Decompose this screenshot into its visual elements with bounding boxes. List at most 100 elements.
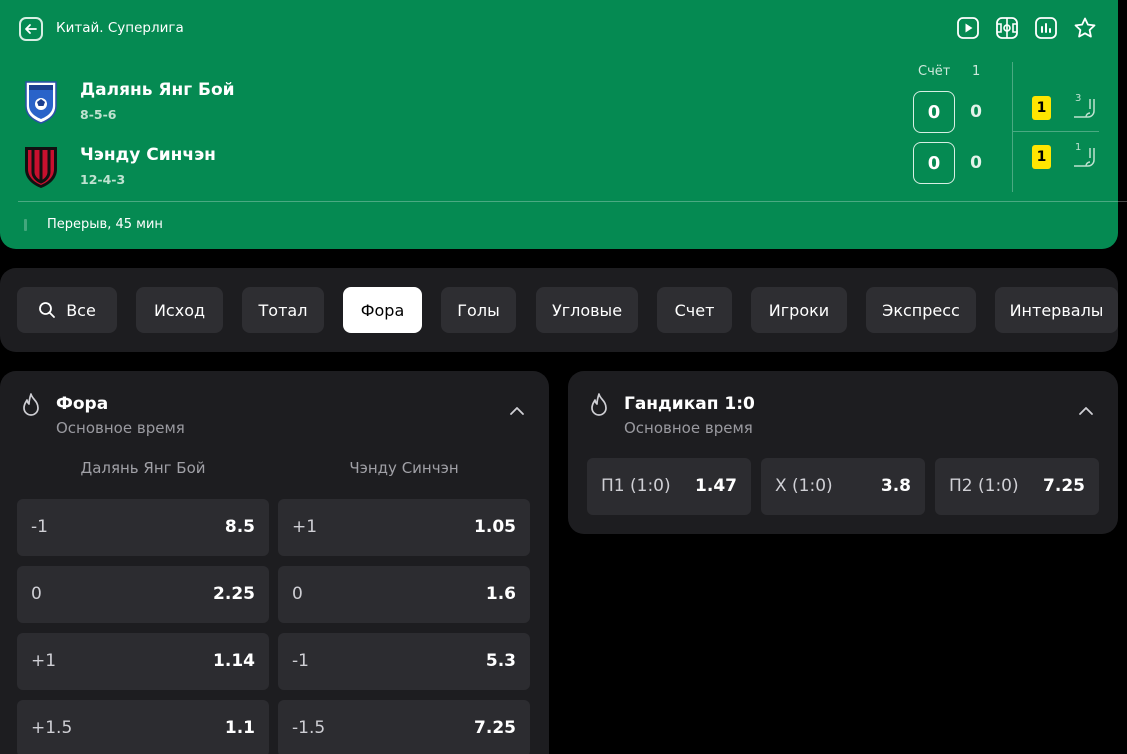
team-away-record: 12-4-3 [80,172,126,187]
chevron-up-icon[interactable] [509,406,525,416]
match-header: Китай. Суперлига Далянь Янг Бой 8-5-6 Чэ… [0,0,1127,249]
stats-button[interactable] [1033,15,1059,41]
market-title: Гандикап 1:0 [624,394,755,414]
home-score: 0 [913,91,955,133]
filter-chip-label: Все [66,300,96,320]
field-icon [996,17,1018,39]
odd-label: +1 [31,651,57,671]
status-indicator [24,219,27,231]
flame-icon [591,393,607,416]
stats-row-divider [1013,131,1099,132]
odd-value: 2.25 [213,584,255,604]
market-title: Фора [56,394,109,414]
market-filter-bar: Все Исход Тотал Фора Голы Угловые Счет И… [0,268,1118,352]
team-home-name[interactable]: Далянь Янг Бой [80,80,235,100]
filter-chip-goals[interactable]: Голы [441,287,516,333]
team-home-record: 8-5-6 [80,107,117,122]
header-actions [955,15,1098,41]
filter-chip-label: Интервалы [1009,300,1104,320]
odd-button[interactable]: +1.5 1.1 [17,700,269,754]
odd-value: 7.25 [474,718,516,738]
match-status: Перерыв, 45 мин [47,217,163,232]
odd-button[interactable]: -1 8.5 [17,499,269,556]
odd-button[interactable]: Х (1:0) 3.8 [761,458,925,515]
handicap-market: Фора Основное время Далянь Янг Бой Чэнду… [0,371,549,754]
field-button[interactable] [994,15,1020,41]
flame-icon [23,393,39,416]
odd-button[interactable]: +1 1.14 [17,633,269,690]
search-icon [39,302,56,318]
odd-value: 1.14 [213,651,255,671]
odd-button[interactable]: -1.5 7.25 [278,700,530,754]
odd-label: П1 (1:0) [601,476,671,496]
score-label: Счёт [918,64,951,79]
play-button[interactable] [955,15,981,41]
market-subtitle: Основное время [624,419,753,437]
filter-chip-label: Счет [674,300,715,320]
odd-label: -1.5 [292,718,326,738]
home-period-score: 0 [970,102,982,122]
odd-label: П2 (1:0) [949,476,1019,496]
filter-chip-all[interactable]: Все [17,287,117,333]
filter-chip-label: Угловые [551,300,623,320]
filter-chip-score[interactable]: Счет [657,287,732,333]
odd-value: 3.8 [880,476,911,496]
stats-icon [1035,17,1057,39]
arrow-left-icon [25,24,37,34]
column-header-away: Чэнду Синчэн [349,459,459,477]
back-button[interactable] [19,17,43,41]
away-period-score: 0 [970,153,982,173]
favorite-button[interactable] [1072,15,1098,41]
odd-value: 1.1 [224,718,255,738]
odd-button[interactable]: 0 1.6 [278,566,530,623]
filter-chip-total[interactable]: Тотал [242,287,324,333]
filter-chip-label: Голы [457,300,500,320]
home-corners-count: 3 [1075,93,1082,104]
odd-label: 0 [292,584,303,604]
away-corners: 1 [1072,142,1098,170]
odd-label: -1 [31,517,48,537]
filter-chip-express[interactable]: Экспресс [866,287,976,333]
column-header-home: Далянь Янг Бой [80,459,206,477]
odd-button[interactable]: П1 (1:0) 1.47 [587,458,751,515]
filter-chip-outcome[interactable]: Исход [136,287,223,333]
odd-label: -1 [292,651,309,671]
odd-label: +1.5 [31,718,73,738]
odd-value: 1.47 [695,476,737,496]
team-home-logo [25,81,57,124]
league-name[interactable]: Китай. Суперлига [56,20,184,36]
odd-value: 5.3 [485,651,516,671]
odd-label: +1 [292,517,318,537]
odd-button[interactable]: -1 5.3 [278,633,530,690]
header-divider [18,201,1127,202]
team-away-name[interactable]: Чэнду Синчэн [80,145,216,165]
filter-chip-label: Тотал [258,300,308,320]
away-yellow-card-count: 1 [1032,145,1051,169]
odd-value: 7.25 [1043,476,1085,496]
home-yellow-card-count: 1 [1032,96,1051,120]
odd-button[interactable]: 0 2.25 [17,566,269,623]
filter-chip-label: Фора [360,300,405,320]
filter-chip-handicap[interactable]: Фора [343,287,422,333]
filter-chip-corners[interactable]: Угловые [536,287,638,333]
filter-chip-intervals[interactable]: Интервалы [995,287,1118,333]
filter-chip-players[interactable]: Игроки [751,287,847,333]
stats-divider [1012,62,1013,192]
period-label: 1 [972,64,981,79]
star-icon [1074,17,1096,38]
away-corners-count: 1 [1075,142,1082,153]
filter-chip-label: Исход [153,300,206,320]
home-corners: 3 [1072,93,1098,121]
filter-chip-label: Игроки [768,300,830,320]
market-subtitle: Основное время [56,419,185,437]
odd-value: 1.05 [474,517,516,537]
team-away-logo [25,147,57,188]
odd-button[interactable]: +1 1.05 [278,499,530,556]
odd-button[interactable]: П2 (1:0) 7.25 [935,458,1099,515]
away-score: 0 [913,142,955,184]
odd-label: 0 [31,584,42,604]
chevron-up-icon[interactable] [1078,406,1094,416]
play-icon [957,17,979,39]
odd-value: 8.5 [224,517,255,537]
odd-value: 1.6 [485,584,516,604]
